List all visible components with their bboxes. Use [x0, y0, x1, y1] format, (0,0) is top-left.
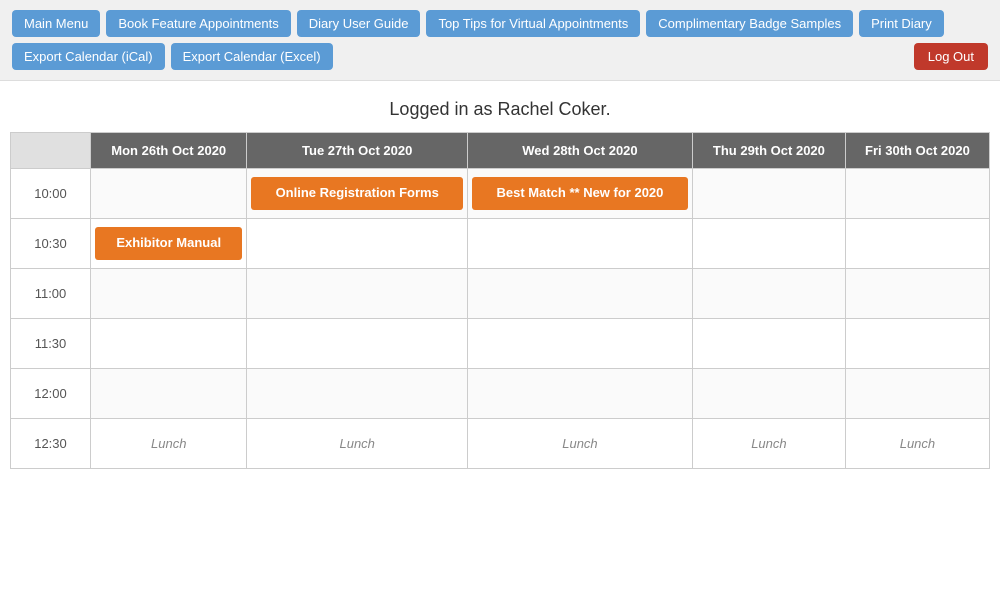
time-cell: 10:30	[11, 219, 91, 269]
calendar-row: 11:30	[11, 319, 990, 369]
event-label[interactable]: Best Match ** New for 2020	[472, 177, 688, 210]
print-diary-button[interactable]: Print Diary	[859, 10, 944, 37]
time-cell: 10:00	[11, 169, 91, 219]
diary-user-guide-button[interactable]: Diary User Guide	[297, 10, 421, 37]
empty-cell	[845, 369, 989, 419]
empty-cell	[845, 169, 989, 219]
empty-cell	[692, 369, 845, 419]
lunch-cell: Lunch	[91, 419, 247, 469]
calendar-body: 10:00 Online Registration Forms Best Match…	[11, 169, 990, 469]
event-label[interactable]: Exhibitor Manual	[95, 227, 242, 260]
time-header	[11, 133, 91, 169]
calendar-event-cell[interactable]: Online Registration Forms	[247, 169, 468, 219]
book-feature-button[interactable]: Book Feature Appointments	[106, 10, 290, 37]
calendar-header-row: Mon 26th Oct 2020 Tue 27th Oct 2020 Wed …	[11, 133, 990, 169]
calendar-event-cell[interactable]: Best Match ** New for 2020	[467, 169, 692, 219]
empty-cell	[91, 369, 247, 419]
empty-cell	[845, 319, 989, 369]
logged-in-message: Logged in as Rachel Coker.	[0, 81, 1000, 132]
empty-cell	[467, 219, 692, 269]
day-header-thu: Thu 29th Oct 2020	[692, 133, 845, 169]
empty-cell	[467, 319, 692, 369]
empty-cell	[692, 269, 845, 319]
lunch-cell: Lunch	[247, 419, 468, 469]
calendar-header: Mon 26th Oct 2020 Tue 27th Oct 2020 Wed …	[11, 133, 990, 169]
empty-cell	[845, 219, 989, 269]
empty-cell	[692, 319, 845, 369]
logged-in-text: Logged in as Rachel Coker.	[389, 99, 610, 119]
export-excel-button[interactable]: Export Calendar (Excel)	[171, 43, 333, 70]
time-cell: 12:30	[11, 419, 91, 469]
lunch-cell: Lunch	[692, 419, 845, 469]
time-cell: 12:00	[11, 369, 91, 419]
empty-cell	[247, 269, 468, 319]
empty-cell	[91, 269, 247, 319]
export-ical-button[interactable]: Export Calendar (iCal)	[12, 43, 165, 70]
calendar-event-cell[interactable]: Exhibitor Manual	[91, 219, 247, 269]
day-header-wed: Wed 28th Oct 2020	[467, 133, 692, 169]
main-menu-button[interactable]: Main Menu	[12, 10, 100, 37]
calendar-row: 10:30Exhibitor Manual	[11, 219, 990, 269]
empty-cell	[692, 219, 845, 269]
empty-cell	[91, 319, 247, 369]
event-label[interactable]: Online Registration Forms	[251, 177, 463, 210]
calendar-row: 11:00	[11, 269, 990, 319]
empty-cell	[467, 369, 692, 419]
calendar-wrapper: Mon 26th Oct 2020 Tue 27th Oct 2020 Wed …	[0, 132, 1000, 479]
empty-cell	[845, 269, 989, 319]
empty-cell	[247, 369, 468, 419]
day-header-fri: Fri 30th Oct 2020	[845, 133, 989, 169]
calendar-row: 12:30LunchLunchLunchLunchLunch	[11, 419, 990, 469]
top-tips-button[interactable]: Top Tips for Virtual Appointments	[426, 10, 640, 37]
calendar-table: Mon 26th Oct 2020 Tue 27th Oct 2020 Wed …	[10, 132, 990, 469]
time-cell: 11:30	[11, 319, 91, 369]
empty-cell	[247, 219, 468, 269]
badge-samples-button[interactable]: Complimentary Badge Samples	[646, 10, 853, 37]
empty-cell	[91, 169, 247, 219]
empty-cell	[247, 319, 468, 369]
logout-button[interactable]: Log Out	[914, 43, 988, 70]
time-cell: 11:00	[11, 269, 91, 319]
day-header-tue: Tue 27th Oct 2020	[247, 133, 468, 169]
calendar-row: 10:00 Online Registration Forms Best Match…	[11, 169, 990, 219]
calendar-row: 12:00	[11, 369, 990, 419]
empty-cell	[692, 169, 845, 219]
lunch-cell: Lunch	[845, 419, 989, 469]
toolbar: Main MenuBook Feature Appointments Diary …	[0, 0, 1000, 81]
day-header-mon: Mon 26th Oct 2020	[91, 133, 247, 169]
empty-cell	[467, 269, 692, 319]
lunch-cell: Lunch	[467, 419, 692, 469]
